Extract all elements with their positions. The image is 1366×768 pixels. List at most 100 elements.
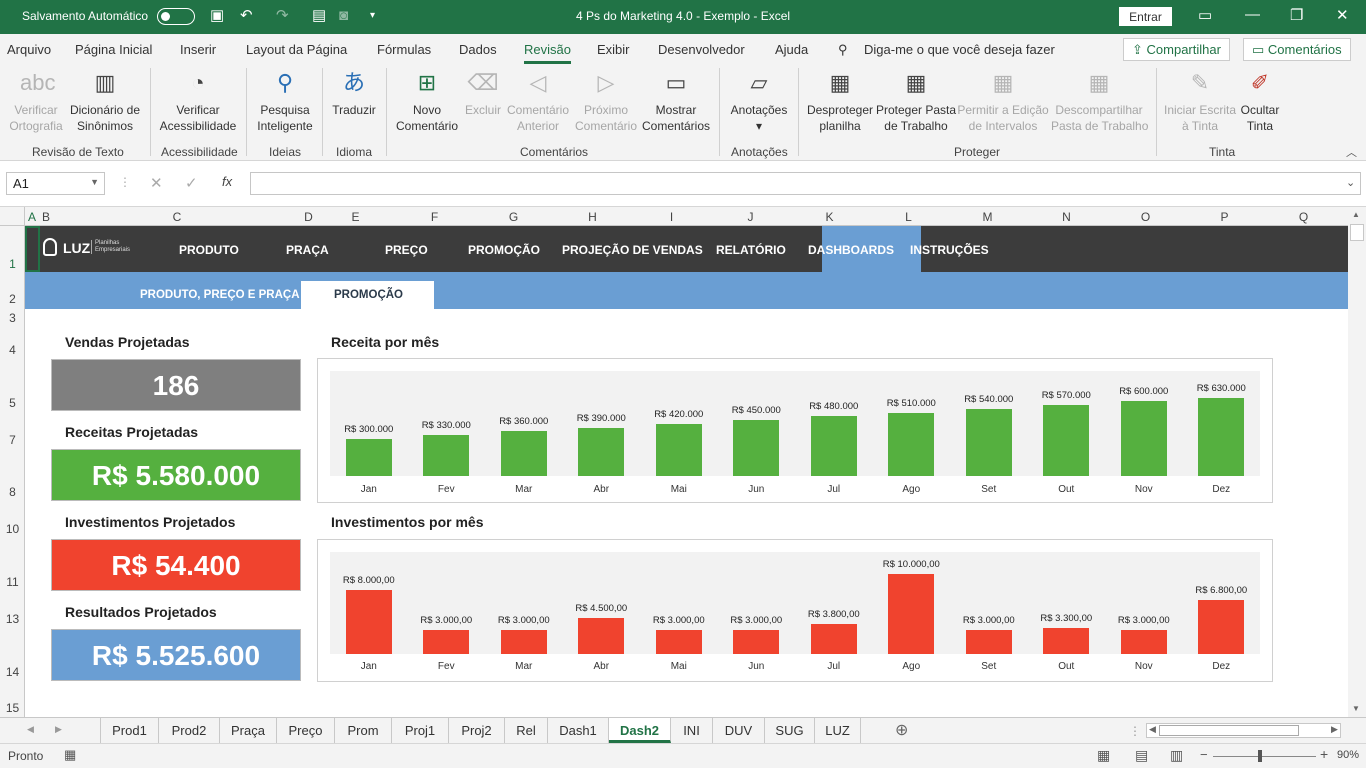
comments-button[interactable]: ▭ Comentários xyxy=(1243,38,1351,61)
column-header[interactable]: K xyxy=(790,210,869,224)
scroll-up-icon[interactable]: ▲ xyxy=(1352,210,1360,219)
select-all[interactable] xyxy=(0,207,25,226)
sheet-tab-dash2[interactable]: Dash2 xyxy=(609,718,671,743)
row-header[interactable]: 5 xyxy=(0,396,25,410)
add-sheet-icon[interactable]: ⊕ xyxy=(895,720,908,740)
bar[interactable] xyxy=(655,630,702,654)
restore-icon[interactable]: ❐ xyxy=(1290,6,1303,24)
bar[interactable] xyxy=(578,618,625,654)
collapse-ribbon-icon[interactable]: ︿ xyxy=(1346,144,1357,160)
customize-qat-icon[interactable]: ▾ xyxy=(370,7,375,25)
column-header[interactable]: L xyxy=(869,210,948,224)
bar[interactable] xyxy=(1043,627,1090,654)
hscroll-left-icon[interactable]: ◀ xyxy=(1149,724,1156,735)
page-layout-view-icon[interactable]: ▤ xyxy=(1135,747,1148,764)
accessibility-button[interactable]: ◔ Verificar Acessibilidade xyxy=(158,68,238,134)
nav-preco[interactable]: PREÇO xyxy=(385,243,428,257)
hscroll-right-icon[interactable]: ▶ xyxy=(1331,724,1338,735)
show-comments-button[interactable]: ▭ Mostrar Comentários xyxy=(641,68,711,134)
tab-ajuda[interactable]: Ajuda xyxy=(775,42,808,57)
nav-projecao-vendas[interactable]: PROJEÇÃO DE VENDAS xyxy=(562,243,703,257)
bar[interactable] xyxy=(733,420,780,476)
page-break-view-icon[interactable]: ▥ xyxy=(1170,747,1183,764)
column-header[interactable]: F xyxy=(395,210,474,224)
bar[interactable] xyxy=(578,427,625,476)
macro-record-icon[interactable]: ▦ xyxy=(64,747,76,763)
notes-button[interactable]: ▱ Anotações ▾ xyxy=(727,68,791,134)
bar[interactable] xyxy=(500,630,547,654)
cancel-icon[interactable]: ✕ xyxy=(150,174,163,192)
column-header[interactable]: B xyxy=(39,210,53,224)
bar[interactable] xyxy=(345,438,392,476)
nav-instrucoes[interactable]: INSTRUÇÕES xyxy=(910,243,989,257)
bar[interactable] xyxy=(810,416,857,476)
bar[interactable] xyxy=(1120,630,1167,654)
thesaurus-button[interactable]: ▥ Dicionário de Sinônimos xyxy=(68,68,142,134)
tab-dados[interactable]: Dados xyxy=(459,42,497,57)
tell-me-input[interactable]: Diga-me o que você deseja fazer xyxy=(864,42,1055,57)
zoom-slider[interactable] xyxy=(1213,756,1316,757)
expand-formula-icon[interactable]: ⌄ xyxy=(1346,176,1355,189)
ribbon-display-icon[interactable]: ▭ xyxy=(1198,6,1212,24)
sheet-tab-preco[interactable]: Preço xyxy=(277,718,335,743)
formula-input[interactable] xyxy=(250,172,1361,195)
bar[interactable] xyxy=(500,431,547,476)
enter-icon[interactable]: ✓ xyxy=(185,174,198,192)
nav-promocao[interactable]: PROMOÇÃO xyxy=(468,243,540,257)
insert-function-icon[interactable]: fx xyxy=(222,174,232,189)
column-header[interactable]: J xyxy=(711,210,790,224)
column-header[interactable]: H xyxy=(553,210,632,224)
tab-arquivo[interactable]: Arquivo xyxy=(7,42,51,57)
sheet-tab-ini[interactable]: INI xyxy=(671,718,713,743)
tab-scroll-right-icon[interactable]: ▶ xyxy=(55,724,62,735)
column-header[interactable]: P xyxy=(1185,210,1264,224)
column-header[interactable]: E xyxy=(316,210,395,224)
protect-workbook-button[interactable]: ▦ Proteger Pasta de Trabalho xyxy=(876,68,956,134)
column-header[interactable]: D xyxy=(301,210,316,224)
hide-ink-button[interactable]: ✐ Ocultar Tinta xyxy=(1238,68,1282,134)
undo-icon[interactable]: ↶ xyxy=(240,7,253,25)
form-icon[interactable]: ▤ xyxy=(312,7,326,25)
nav-dashboards[interactable]: DASHBOARDS xyxy=(808,243,894,257)
hscroll-thumb[interactable] xyxy=(1159,725,1299,736)
sheet-tab-sug[interactable]: SUG xyxy=(765,718,815,743)
bar[interactable] xyxy=(888,574,935,654)
sheet-tab-praca[interactable]: Praça xyxy=(220,718,277,743)
tab-scroll-left-icon[interactable]: ◀ xyxy=(27,724,34,735)
bar[interactable] xyxy=(655,423,702,476)
normal-view-icon[interactable]: ▦ xyxy=(1097,747,1110,764)
bar[interactable] xyxy=(1198,397,1245,476)
row-header[interactable]: 10 xyxy=(0,522,25,536)
start-inking-button[interactable]: ✎ Iniciar Escrita à Tinta xyxy=(1164,68,1236,134)
zoom-in-icon[interactable]: + xyxy=(1320,746,1328,762)
minimize-icon[interactable]: — xyxy=(1245,6,1260,23)
nav-praca[interactable]: PRAÇA xyxy=(286,243,329,257)
sheet-tab-prod1[interactable]: Prod1 xyxy=(101,718,159,743)
delete-comment-button[interactable]: ⌫ Excluir xyxy=(464,68,502,118)
signin-button[interactable]: Entrar xyxy=(1119,7,1172,26)
bar[interactable] xyxy=(345,590,392,654)
row-header[interactable]: 14 xyxy=(0,665,25,679)
subnav-promocao[interactable]: PROMOÇÃO xyxy=(334,289,403,301)
row-header[interactable]: 4 xyxy=(0,343,25,357)
selected-cell[interactable] xyxy=(25,226,40,272)
subnav-produto-preco-praca[interactable]: PRODUTO, PREÇO E PRAÇA xyxy=(140,289,300,301)
row-header[interactable]: 3 xyxy=(0,311,25,325)
redo-icon[interactable]: ↷ xyxy=(276,7,289,25)
translate-button[interactable]: あ Traduzir xyxy=(330,68,378,118)
row-header[interactable]: 2 xyxy=(0,292,25,306)
next-comment-button[interactable]: ▷ Próximo Comentário xyxy=(574,68,638,134)
row-header[interactable]: 8 xyxy=(0,485,25,499)
row-header[interactable]: 15 xyxy=(0,701,25,715)
close-icon[interactable]: ✕ xyxy=(1336,6,1349,24)
nav-relatorio[interactable]: RELATÓRIO xyxy=(716,243,786,257)
tab-desenvolvedor[interactable]: Desenvolvedor xyxy=(658,42,745,57)
name-box[interactable]: A1 ▼ xyxy=(6,172,105,195)
column-header[interactable]: G xyxy=(474,210,553,224)
column-header[interactable]: C xyxy=(53,210,301,224)
sheet-tab-rel[interactable]: Rel xyxy=(505,718,548,743)
camera-icon[interactable]: ◙ xyxy=(339,7,348,25)
allow-edit-ranges-button[interactable]: ▦ Permitir a Edição de Intervalos xyxy=(957,68,1049,134)
bar[interactable] xyxy=(1043,405,1090,476)
sheet-tab-prom[interactable]: Prom xyxy=(335,718,392,743)
